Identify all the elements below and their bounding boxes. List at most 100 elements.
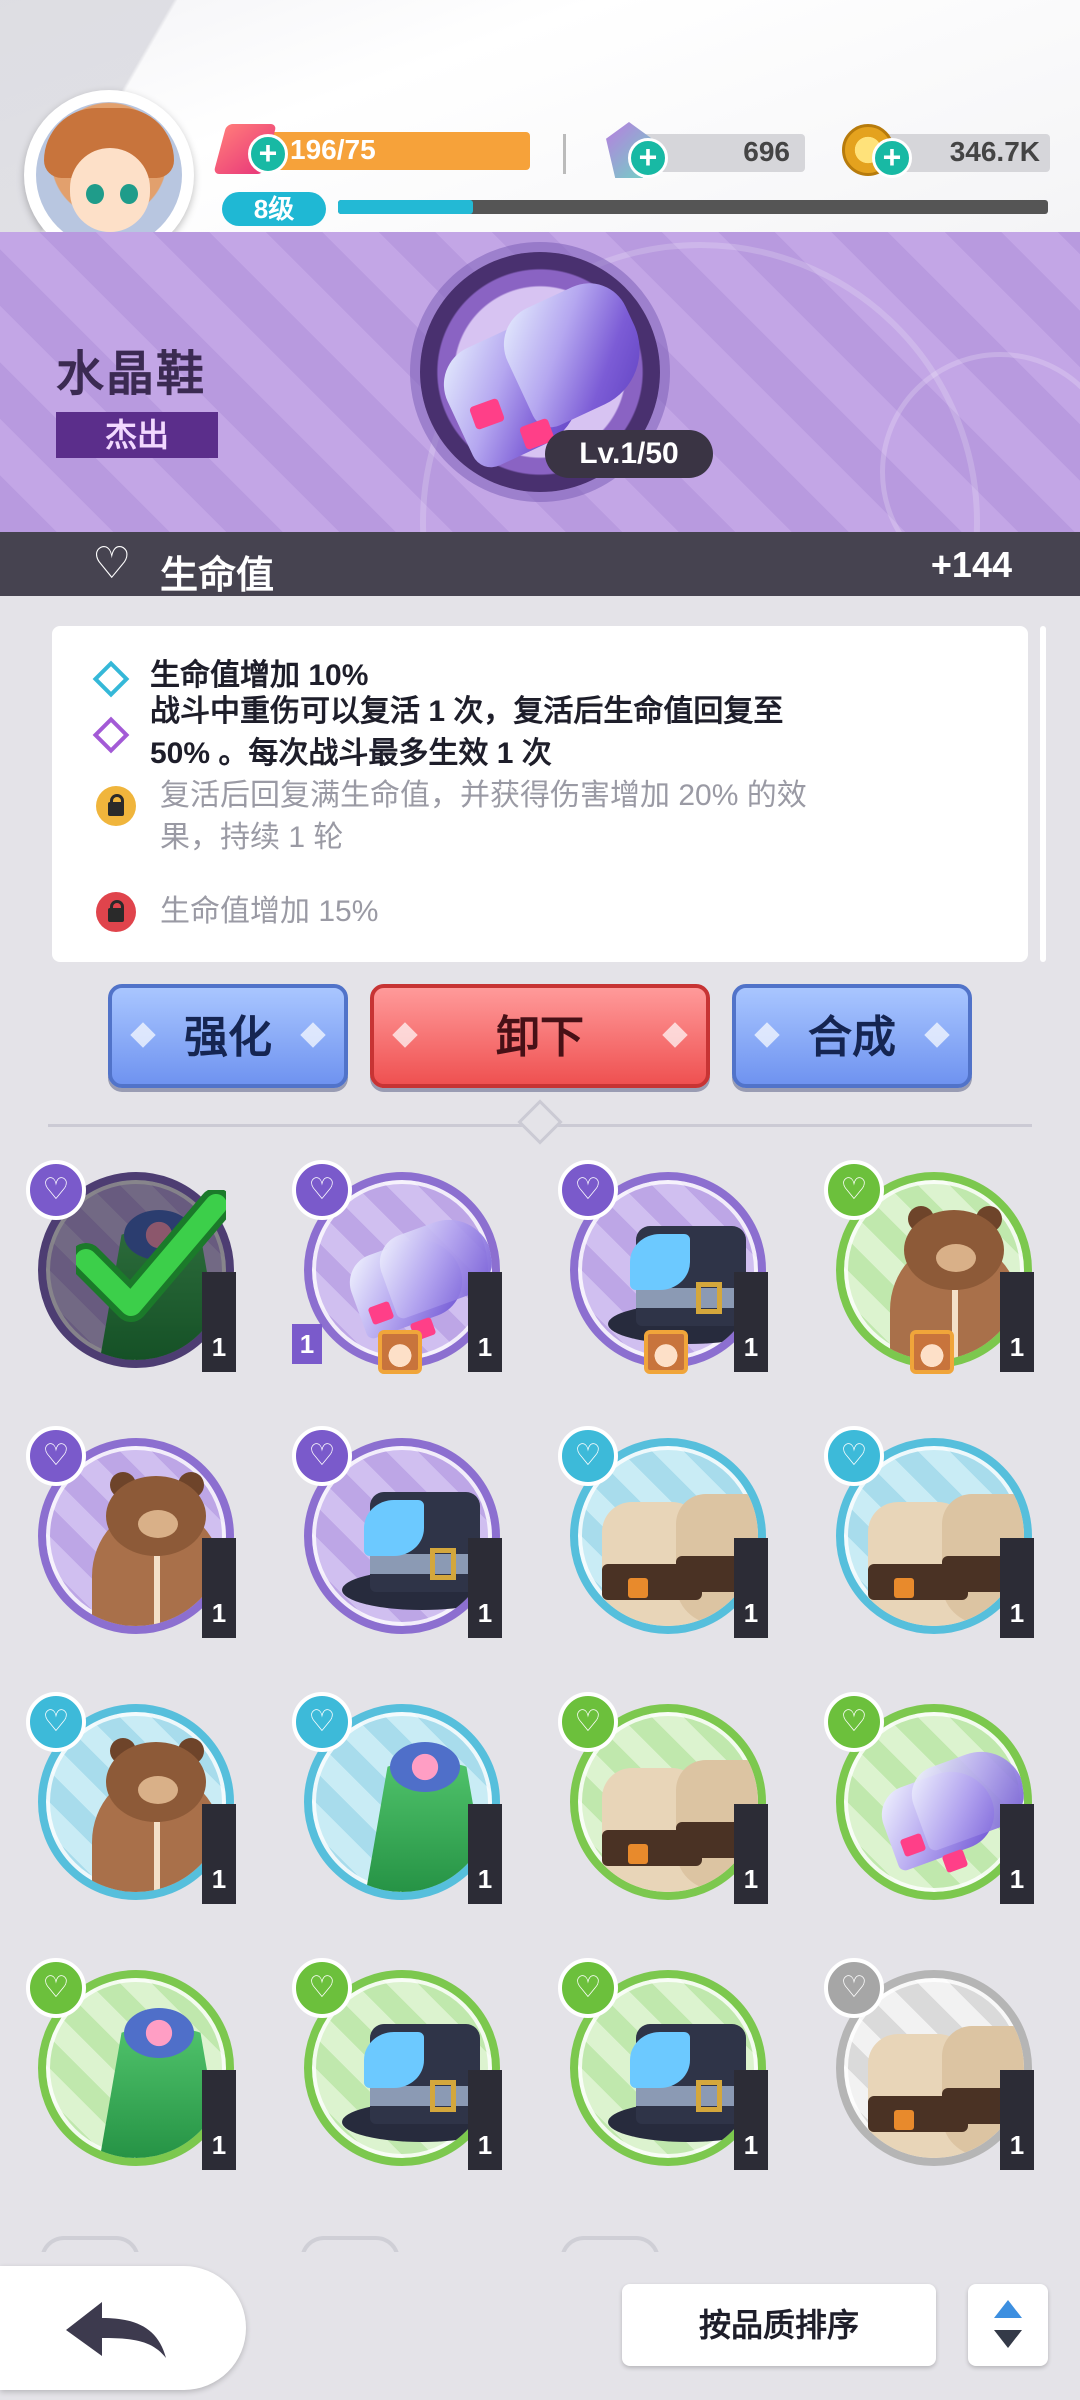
sort-by-quality-button[interactable]: 按品质排序 — [622, 2284, 936, 2366]
cape-collar — [124, 2008, 194, 2058]
back-button[interactable] — [0, 2266, 246, 2390]
energy-value: 196/75 — [290, 134, 376, 165]
bear-snout — [138, 1510, 178, 1538]
quality-heart-icon: ♡ — [558, 1160, 618, 1220]
butterfly-icon — [364, 1500, 424, 1556]
equipment-item[interactable]: 1 ♡ — [824, 1958, 1034, 2170]
bear-snout — [936, 1244, 976, 1272]
hat-buckle — [430, 2080, 456, 2112]
item-name: 水晶鞋 — [56, 348, 207, 401]
boot-buckle — [628, 1578, 648, 1598]
item-count: 1 — [734, 2070, 768, 2170]
quality-heart-icon: ♡ — [292, 1426, 352, 1486]
equipment-item[interactable]: 1 ♡ — [26, 1958, 236, 2170]
button-star-decoration — [662, 1022, 688, 1048]
hat-band — [636, 1288, 746, 1308]
quality-heart-icon: ♡ — [824, 1160, 884, 1220]
effects-scrollbar[interactable] — [1040, 626, 1046, 962]
item-count: 1 — [202, 2070, 236, 2170]
button-star-decoration — [300, 1022, 326, 1048]
quality-heart-icon: ♡ — [824, 1958, 884, 2018]
quality-heart-icon: ♡ — [558, 1692, 618, 1752]
hat-buckle — [430, 1548, 456, 1580]
item-star-count: 1 — [292, 1324, 322, 1364]
hat-buckle — [696, 2080, 722, 2112]
hat-band — [636, 2086, 746, 2106]
add-energy-button[interactable]: + — [248, 134, 288, 174]
item-count: 1 — [734, 1538, 768, 1638]
avatar-eye-left — [86, 184, 104, 204]
boot-buckle — [894, 2110, 914, 2130]
item-detail-banner: 水晶鞋 杰出 Lv.1/50 — [0, 232, 1080, 532]
unequip-button[interactable]: 卸下 — [370, 984, 710, 1088]
effect-line-4: 生命值增加 15% — [160, 895, 379, 928]
lock-icon — [96, 786, 136, 826]
purple-diamond-icon — [92, 716, 130, 754]
equipment-item[interactable]: 1 ♡ — [824, 1426, 1034, 1638]
fuse-button[interactable]: 合成 — [732, 984, 972, 1088]
effect-line-2b: 50% 。每次战斗最多生效 1 次 — [150, 737, 552, 770]
divider-star-icon — [517, 1099, 563, 1145]
item-count: 1 — [468, 2070, 502, 2170]
item-count: 1 — [468, 1272, 502, 1372]
item-count: 1 — [734, 1804, 768, 1904]
equipment-item[interactable]: 1 ♡ — [558, 1160, 768, 1374]
equipment-item[interactable]: 1 ♡ — [824, 1160, 1034, 1374]
item-count: 1 — [1000, 2070, 1034, 2170]
hat-band — [370, 1554, 480, 1574]
butterfly-icon — [630, 1234, 690, 1290]
equipment-item[interactable]: 1 ♡ — [558, 1958, 768, 2170]
equipment-item[interactable]: 1 ♡ — [558, 1426, 768, 1638]
equipment-item[interactable]: 1 ♡ — [292, 1958, 502, 2170]
item-count: 1 — [468, 1804, 502, 1904]
unequip-button-label: 卸下 — [496, 1013, 584, 1062]
equipment-item[interactable]: 1 ♡ — [292, 1426, 502, 1638]
quality-heart-icon: ♡ — [824, 1426, 884, 1486]
boot-buckle — [628, 1844, 648, 1864]
item-count: 1 — [1000, 1538, 1034, 1638]
quality-heart-icon: ♡ — [292, 1692, 352, 1752]
quality-heart-icon: ♡ — [558, 1426, 618, 1486]
add-gem-button[interactable]: + — [628, 138, 668, 178]
item-count: 1 — [202, 1804, 236, 1904]
equipment-item[interactable]: 1 ♡ — [558, 1692, 768, 1904]
butterfly-icon — [364, 2032, 424, 2088]
enhance-button[interactable]: 强化 — [108, 984, 348, 1088]
stat-label: 生命值 — [160, 555, 275, 597]
experience-fill — [338, 200, 473, 214]
equipped-check-icon — [76, 1190, 226, 1322]
coin-value: 346.7K — [949, 136, 1040, 167]
heart-icon: ♡ — [92, 539, 132, 588]
main-stat-row: ♡ 生命值 +144 — [0, 532, 1080, 597]
avatar-face — [70, 148, 150, 232]
hat-band — [370, 2086, 480, 2106]
equipment-item[interactable]: 1 ♡ 1 — [292, 1160, 502, 1374]
player-level-badge: 8级 — [222, 192, 326, 226]
experience-bar — [338, 200, 1048, 214]
sort-order-toggle[interactable] — [968, 2284, 1048, 2366]
equipment-item[interactable]: 1 ♡ — [26, 1692, 236, 1904]
fuse-button-label: 合成 — [808, 1013, 896, 1062]
butterfly-icon — [630, 2032, 690, 2088]
avatar-eye-right — [120, 184, 138, 204]
quality-heart-icon: ♡ — [26, 1958, 86, 2018]
hat-buckle — [696, 1282, 722, 1314]
button-star-decoration — [754, 1022, 780, 1048]
equipment-item[interactable]: 1 ♡ — [292, 1692, 502, 1904]
equipment-item[interactable]: 1 ♡ — [26, 1160, 236, 1372]
equipment-item[interactable]: 1 ♡ — [824, 1692, 1034, 1904]
item-level-badge: Lv.1/50 — [545, 430, 713, 478]
quality-heart-icon: ♡ — [824, 1692, 884, 1752]
quality-heart-icon: ♡ — [26, 1426, 86, 1486]
gem-value: 696 — [743, 136, 790, 167]
equipment-item[interactable]: 1 ♡ — [26, 1426, 236, 1638]
item-count: 1 — [734, 1272, 768, 1372]
blue-diamond-icon — [92, 660, 130, 698]
sort-down-icon — [994, 2330, 1022, 2348]
quality-heart-icon: ♡ — [292, 1160, 352, 1220]
effect-line-2a: 战斗中重伤可以复活 1 次，复活后生命值回复至 — [150, 695, 784, 728]
item-count: 1 — [1000, 1804, 1034, 1904]
effects-panel[interactable]: 生命值增加 10% 战斗中重伤可以复活 1 次，复活后生命值回复至 50% 。每… — [52, 626, 1028, 962]
avatar-portrait — [36, 102, 182, 248]
effect-line-3a: 复活后回复满生命值，并获得伤害增加 20% 的效 — [160, 779, 807, 812]
